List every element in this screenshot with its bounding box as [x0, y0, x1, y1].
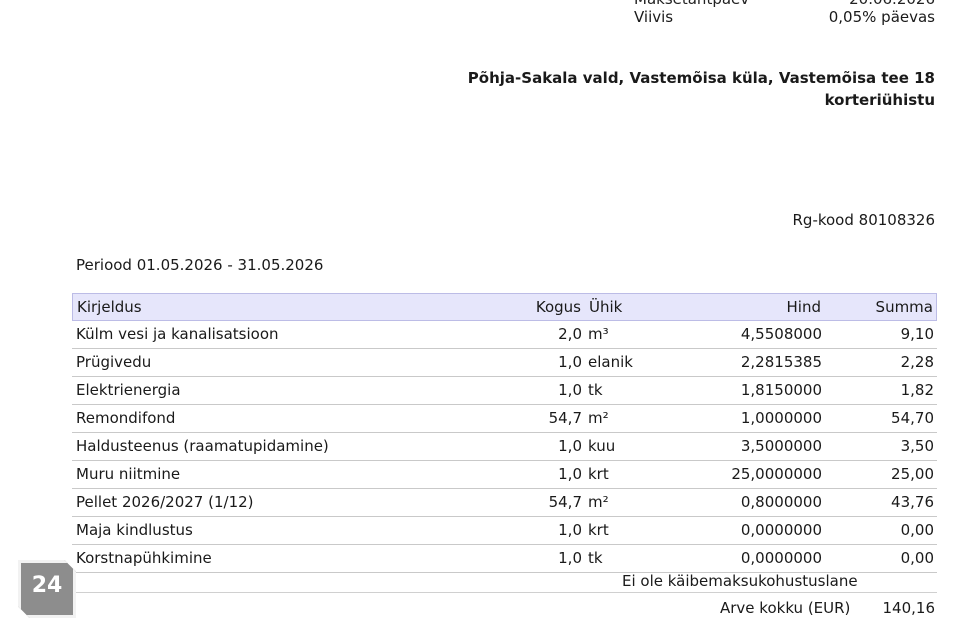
table-row: Külm vesi ja kanalisatsioon 2,0 m³ 4,550800…	[72, 321, 937, 349]
cell-description: Maja kindlustus	[76, 521, 193, 539]
total-divider	[72, 592, 937, 593]
cell-quantity: 54,7	[548, 409, 582, 427]
column-header-sum: Summa	[875, 298, 933, 316]
cell-price: 0,0000000	[740, 549, 822, 567]
table-body: Külm vesi ja kanalisatsioon 2,0 m³ 4,550800…	[72, 321, 937, 573]
table-row: Maja kindlustus 1,0 krt 0,0000000 0,00	[72, 517, 937, 545]
cell-description: Külm vesi ja kanalisatsioon	[76, 325, 279, 343]
late-fee-value: 0,05% päevas	[828, 8, 935, 26]
cell-sum: 0,00	[900, 521, 934, 539]
cell-price: 4,5508000	[740, 325, 822, 343]
due-date-label: Maksetähtpäev	[634, 0, 749, 8]
cell-sum: 25,00	[891, 465, 934, 483]
cell-quantity: 2,0	[558, 325, 582, 343]
cell-quantity: 1,0	[558, 521, 582, 539]
clipped-header-row: Maksetähtpäev 20.06.2026	[0, 0, 960, 12]
column-header-price: Hind	[786, 298, 821, 316]
cell-quantity: 1,0	[558, 549, 582, 567]
table-header-row: Kirjeldus Kogus Ühik Hind Summa	[72, 293, 937, 321]
cell-description: Korstnapühkimine	[76, 549, 212, 567]
organization-name: Põhja-Sakala vald, Vastemõisa küla, Vast…	[468, 67, 935, 111]
cell-description: Muru niitmine	[76, 465, 181, 483]
cell-sum: 43,76	[891, 493, 934, 511]
cell-description: Remondifond	[76, 409, 176, 427]
page-number: 24	[31, 573, 63, 598]
cell-description: Prügivedu	[76, 353, 152, 371]
invoice-table: Kirjeldus Kogus Ühik Hind Summa Külm ves…	[72, 293, 937, 573]
cell-description: Pellet 2026/2027 (1/12)	[76, 493, 254, 511]
table-row: Prügivedu 1,0 elanik 2,2815385 2,28	[72, 349, 937, 377]
table-row: Korstnapühkimine 1,0 tk 0,0000000 0,00	[72, 545, 937, 573]
cell-quantity: 1,0	[558, 465, 582, 483]
billing-period: Periood 01.05.2026 - 31.05.2026	[76, 256, 324, 274]
page-number-badge: 24	[18, 560, 78, 620]
vat-note: Ei ole käibemaksukohustuslane	[622, 572, 858, 590]
cell-unit: krt	[588, 521, 609, 539]
cell-sum: 9,10	[900, 325, 934, 343]
cell-sum: 3,50	[900, 437, 934, 455]
total-label: Arve kokku (EUR)	[720, 599, 851, 617]
cell-price: 3,5000000	[740, 437, 822, 455]
cell-quantity: 1,0	[558, 381, 582, 399]
column-header-unit: Ühik	[589, 298, 623, 316]
cell-unit: tk	[588, 381, 603, 399]
cell-price: 25,0000000	[731, 465, 822, 483]
cell-quantity: 54,7	[548, 493, 582, 511]
cell-sum: 2,28	[900, 353, 934, 371]
cell-unit: elanik	[588, 353, 633, 371]
table-row: Elektrienergia 1,0 tk 1,8150000 1,82	[72, 377, 937, 405]
column-header-description: Kirjeldus	[77, 298, 142, 316]
cell-unit: m²	[588, 409, 609, 427]
table-row: Remondifond 54,7 m² 1,0000000 54,70	[72, 405, 937, 433]
column-header-quantity: Kogus	[535, 298, 581, 316]
cell-quantity: 1,0	[558, 437, 582, 455]
total-value: 140,16	[882, 599, 936, 617]
due-date-value: 20.06.2026	[849, 0, 935, 8]
cell-description: Elektrienergia	[76, 381, 181, 399]
cell-sum: 0,00	[900, 549, 934, 567]
cell-description: Haldusteenus (raamatupidamine)	[76, 437, 329, 455]
organization-line-1: Põhja-Sakala vald, Vastemõisa küla, Vast…	[467, 69, 935, 87]
table-row: Haldusteenus (raamatupidamine) 1,0 kuu 3,50…	[72, 433, 937, 461]
cell-unit: krt	[588, 465, 609, 483]
table-row: Pellet 2026/2027 (1/12) 54,7 m² 0,8000000 43…	[72, 489, 937, 517]
organization-line-2: korteriühistu	[824, 91, 935, 109]
table-row: Muru niitmine 1,0 krt 25,0000000 25,00	[72, 461, 937, 489]
cell-sum: 54,70	[891, 409, 934, 427]
cell-unit: kuu	[588, 437, 616, 455]
cell-price: 0,8000000	[740, 493, 822, 511]
cell-price: 2,2815385	[740, 353, 822, 371]
cell-unit: tk	[588, 549, 603, 567]
cell-quantity: 1,0	[558, 353, 582, 371]
cell-unit: m²	[588, 493, 609, 511]
cell-price: 0,0000000	[740, 521, 822, 539]
cell-sum: 1,82	[900, 381, 934, 399]
cell-unit: m³	[588, 325, 609, 343]
registry-code: Rg-kood 80108326	[792, 211, 936, 229]
late-fee-label: Viivis	[634, 8, 674, 26]
cell-price: 1,8150000	[740, 381, 822, 399]
cell-price: 1,0000000	[740, 409, 822, 427]
